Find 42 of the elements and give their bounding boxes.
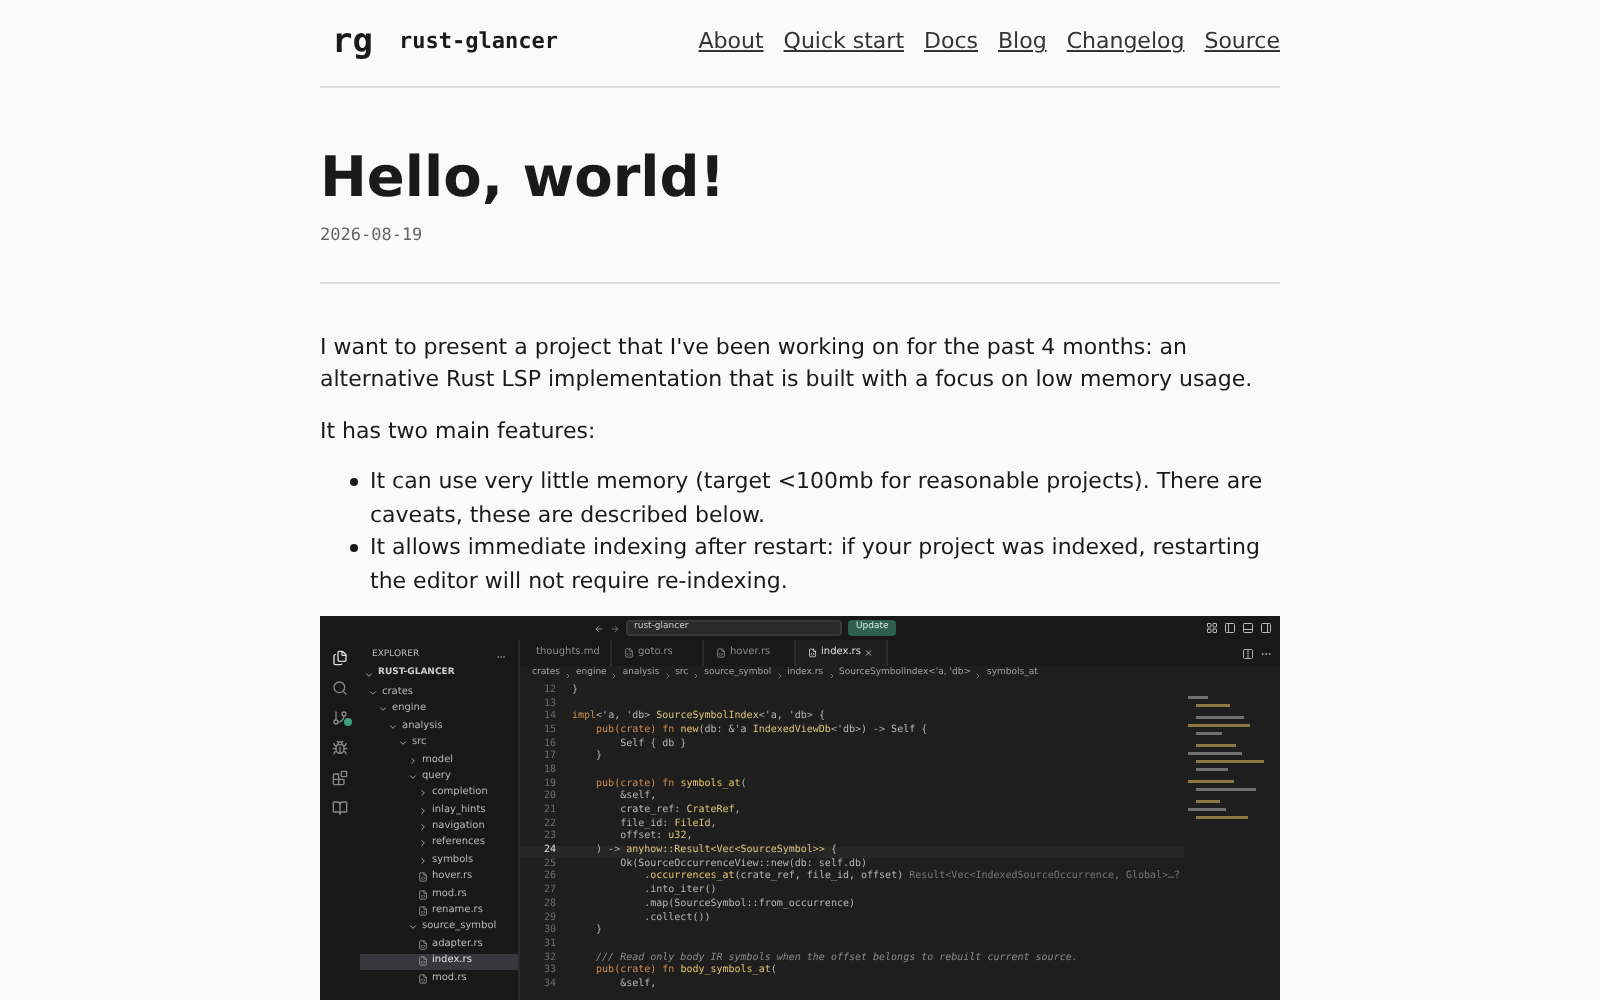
file-icon [418,872,428,883]
chevron-down-icon [408,922,418,933]
nav-link[interactable]: About [698,26,764,60]
logo[interactable]: rg [332,17,373,69]
secondary-sidebar-icon[interactable] [1260,622,1272,635]
close-icon[interactable] [864,648,874,659]
files-icon[interactable] [332,650,348,667]
source-control-icon[interactable] [332,710,348,727]
chevron-right-icon [408,755,418,765]
nav-link[interactable]: Quick start [783,26,905,60]
layout-icon[interactable] [1206,622,1218,635]
list-item: It allows immediate indexing after restart: if your project was indexed, restarting the editor will not require re-indexing. [370,532,1262,598]
file-icon [624,648,634,659]
bullet-icon [350,544,358,553]
file-icon [418,973,428,984]
nav-link[interactable]: Docs [924,26,978,60]
back-arrow-icon[interactable] [594,623,604,634]
panel-toggle-icon[interactable] [1242,622,1254,635]
file-icon [418,956,428,967]
paragraph: I want to present a project that I've been working on for the past 4 months: an alternative Rust LSP implementation that is built with a focus on low memory usage. [320,331,1255,397]
book-icon[interactable] [332,800,348,817]
nav-link[interactable]: Blog [998,26,1047,60]
file-icon [418,906,428,917]
forward-arrow-icon[interactable] [610,623,620,634]
split-editor-icon[interactable] [1242,647,1254,660]
extensions-icon[interactable] [332,770,348,787]
file-icon [418,939,428,950]
paragraph: It has two main features: [320,415,598,448]
file-icon [716,648,726,659]
post-title: Hello, world! [320,144,728,212]
search-icon[interactable] [332,680,348,697]
file-icon [418,889,428,900]
site-name[interactable]: rust-glancer [398,26,558,60]
nav-link[interactable]: Changelog [1066,26,1185,60]
sidebar-toggle-icon[interactable] [1224,622,1236,635]
chevron-down-icon [408,771,418,782]
debug-icon[interactable] [332,740,348,757]
nav-link[interactable]: Source [1204,26,1280,60]
file-icon [808,648,818,659]
post-date: 2026-08-19 [320,224,425,250]
list-item: It can use very little memory (target <100mb for reasonable projects). There are caveats, these are described below. [370,466,1265,532]
bullet-icon [350,478,358,487]
